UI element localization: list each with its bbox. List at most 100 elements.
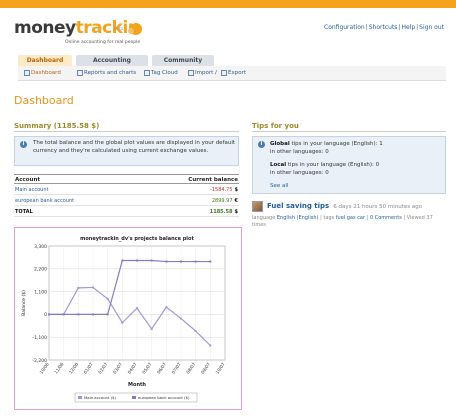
tag-icon xyxy=(144,70,150,76)
table-row: Main account -1584.75 $ xyxy=(14,184,239,195)
data-point xyxy=(106,313,109,316)
summary-title: Summary (1185.58 $) xyxy=(14,122,100,130)
chart-title: moneytrackin_dv's projects balance plot xyxy=(80,236,194,242)
legend-label: european bank account ($) xyxy=(138,395,190,400)
currency-symbol: € xyxy=(234,198,238,204)
configuration-link[interactable]: Configuration xyxy=(324,24,365,31)
table-row-total: TOTAL 1185.58 $ xyxy=(14,206,239,217)
currency-symbol: $ xyxy=(234,209,238,215)
logo-money: money xyxy=(14,18,76,38)
separator: | xyxy=(365,24,368,31)
data-point xyxy=(77,286,80,289)
avatar xyxy=(252,201,263,212)
data-point xyxy=(194,260,197,263)
data-point xyxy=(92,313,94,316)
total-label: TOTAL xyxy=(15,209,33,215)
account-main-link[interactable]: Main account xyxy=(15,187,48,193)
data-point xyxy=(121,321,124,324)
data-point xyxy=(209,260,212,263)
subnav-tag-cloud-label: Tag Cloud xyxy=(151,70,178,76)
data-point xyxy=(106,297,109,300)
tips-rule xyxy=(252,131,446,132)
col-account: Account xyxy=(15,177,41,183)
shortcuts-link[interactable]: Shortcuts xyxy=(369,24,398,31)
legend-swatch xyxy=(78,396,82,399)
meta-tags-link[interactable]: fuel gas car xyxy=(336,215,365,221)
summary-rule xyxy=(14,131,239,132)
balance-chart-svg: -2,200-1,10001,1002,2003,30010/06 11/06 12… xyxy=(21,236,227,403)
summary-info-box: i The total balance and the global plot … xyxy=(14,136,239,166)
data-point xyxy=(136,259,138,262)
tagline: Online accounting for real people xyxy=(65,40,141,45)
subnav-export[interactable]: Export xyxy=(221,70,246,76)
sign-out-link[interactable]: Sign out xyxy=(419,24,444,31)
top-links: Configuration|Shortcuts|Help|Sign out xyxy=(324,24,444,31)
balance-chart: -2,200 -1,100 0 1,100 2,200 3,300 10/06 11/06 12… xyxy=(14,227,242,410)
x-tick-label: 02/07 xyxy=(97,361,109,375)
tips-local-other: in other languages: 0 xyxy=(270,170,329,176)
meta-language-link[interactable]: English (English) xyxy=(277,215,319,221)
tab-dashboard[interactable]: Dashboard xyxy=(18,55,72,66)
subnav-dashboard[interactable]: Dashboard xyxy=(24,70,61,76)
separator: | xyxy=(416,24,419,31)
data-point xyxy=(136,307,138,310)
account-main-balance: -1584.75 $ xyxy=(210,187,238,193)
x-tick-label: 09/07 xyxy=(200,361,212,375)
see-all-link[interactable]: See all xyxy=(270,183,288,189)
tab-community[interactable]: Community xyxy=(152,55,214,66)
tips-local: Local tips in your language (English): 0 xyxy=(270,162,379,168)
tips-box: i Global tips in your language (English)… xyxy=(252,136,446,194)
x-tick-label: 07/07 xyxy=(171,361,183,375)
x-axis-label: Month xyxy=(128,382,146,388)
accounts-table: Account Current balance Main account -15… xyxy=(14,174,239,217)
legend-label: Main account ($) xyxy=(84,395,117,400)
tips-global: Global tips in your language (English): … xyxy=(270,141,383,147)
tips-global-label: Global xyxy=(270,141,290,147)
data-point xyxy=(209,344,212,347)
data-point xyxy=(150,327,153,330)
data-point xyxy=(121,259,124,262)
subnav-tag-cloud[interactable]: Tag Cloud xyxy=(144,70,178,76)
x-tick-label: 08/07 xyxy=(185,361,197,375)
x-tick-label: 03/07 xyxy=(112,361,124,375)
meta-tags-label: tags xyxy=(323,215,335,221)
balance-value: -1584.75 xyxy=(210,187,233,193)
meta-language-label: language xyxy=(252,215,276,221)
x-tick-label: 12/06 xyxy=(68,361,80,375)
y-tick-label: 3,300 xyxy=(34,244,47,250)
tab-accounting[interactable]: Accounting xyxy=(76,55,148,66)
data-point xyxy=(194,329,197,332)
tip-meta: language English (English) | tags fuel g… xyxy=(252,215,433,228)
currency-symbol: $ xyxy=(234,187,238,193)
report-icon xyxy=(77,70,83,76)
y-tick-label: -1,100 xyxy=(32,335,47,341)
summary-info-text: The total balance and the global plot va… xyxy=(33,140,236,154)
help-link[interactable]: Help xyxy=(401,24,415,31)
tips-local-text: tips in your language (English): 0 xyxy=(286,162,380,168)
page-title: Dashboard xyxy=(14,94,74,107)
y-tick-label: 1,100 xyxy=(34,289,47,295)
total-balance: 1185.58 $ xyxy=(210,209,238,215)
x-tick-label: 11/06 xyxy=(53,361,65,375)
subnav-export-label: Export xyxy=(228,70,247,76)
meta-comments-link[interactable]: 0 Comments xyxy=(370,215,402,221)
x-tick-label: 06/07 xyxy=(156,361,168,375)
export-icon xyxy=(221,70,227,76)
data-point xyxy=(180,317,182,320)
data-point xyxy=(48,313,50,316)
subnav-reports[interactable]: Reports and charts xyxy=(77,70,136,76)
total-value: 1185.58 xyxy=(209,209,233,215)
tips-local-label: Local xyxy=(270,162,287,168)
x-tick-label: 01/07 xyxy=(83,361,95,375)
logo-mark-icon: beta xyxy=(114,23,142,35)
subnav-reports-label: Reports and charts xyxy=(84,70,137,76)
tip-title: Fuel saving tips 6 days 21 hours 50 minut… xyxy=(267,202,422,210)
table-header: Account Current balance xyxy=(14,174,239,184)
tip-title-link[interactable]: Fuel saving tips xyxy=(267,202,329,210)
dashboard-icon xyxy=(24,70,30,76)
tips-global-other: in other languages: 0 xyxy=(270,149,329,155)
account-european-link[interactable]: european bank account xyxy=(15,198,74,204)
logo-beta: beta xyxy=(114,26,124,31)
top-accent-bar xyxy=(0,0,456,8)
subnav-import[interactable]: Import / xyxy=(188,70,217,76)
